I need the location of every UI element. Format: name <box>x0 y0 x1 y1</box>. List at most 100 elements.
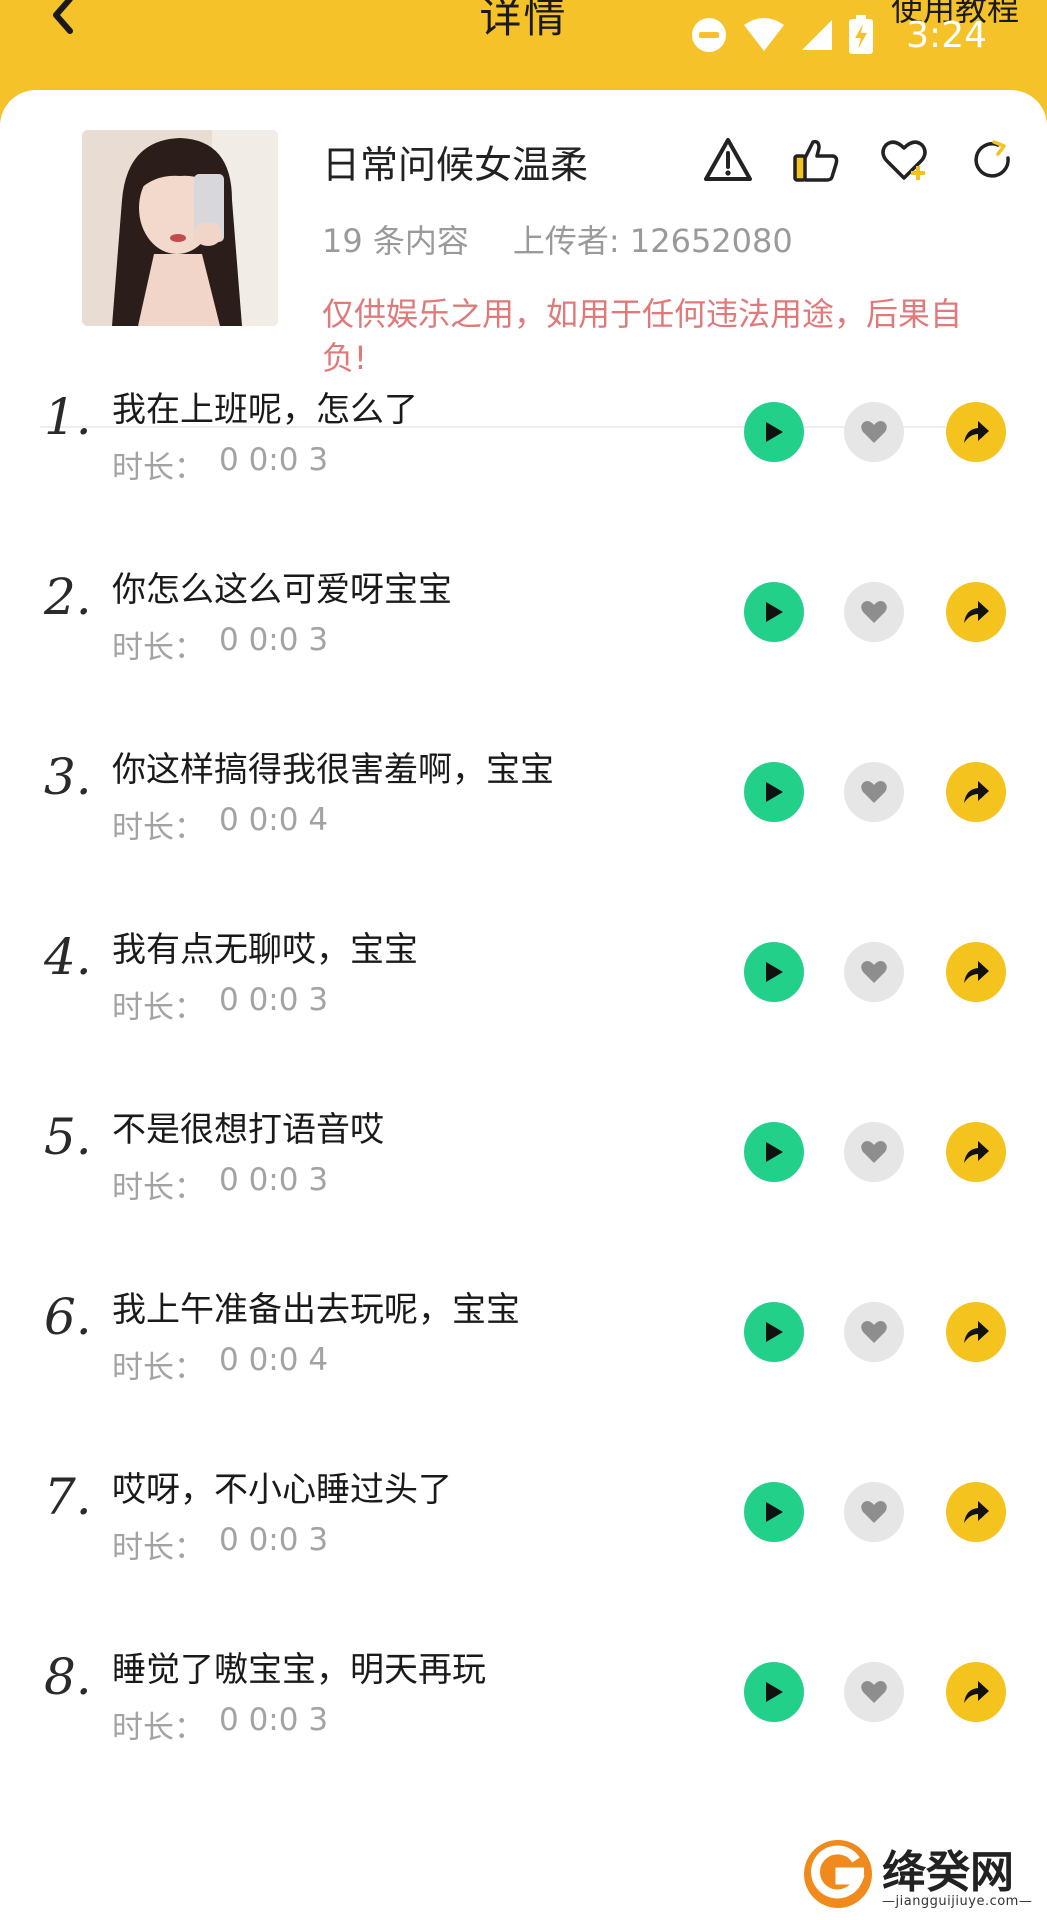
duration-value: 0 0:0 3 <box>219 1522 329 1558</box>
item-number: 4. <box>44 928 92 986</box>
item-number: 8. <box>44 1648 92 1706</box>
favorite-button[interactable] <box>844 942 904 1002</box>
duration-label: 时长： <box>112 630 205 666</box>
duration: 时长： 0 0:0 4 <box>112 802 328 847</box>
play-button[interactable] <box>744 1302 804 1362</box>
duration: 时长： 0 0:0 3 <box>112 622 328 667</box>
favorite-button[interactable] <box>844 1302 904 1362</box>
content-count: 19 条内容 <box>322 222 469 260</box>
favorite-button[interactable] <box>844 762 904 822</box>
refresh-button[interactable] <box>964 132 1020 188</box>
duration: 时长： 0 0:0 3 <box>112 982 328 1027</box>
duration-label: 时长： <box>112 450 205 486</box>
favorite-add-icon <box>881 140 927 180</box>
favorite-button[interactable] <box>844 582 904 642</box>
list-item: 8. 睡觉了嗷宝宝，明天再玩 时长： 0 0:0 3 <box>0 1600 1047 1780</box>
phrase-text: 你怎么这么可爱呀宝宝 <box>112 570 452 610</box>
share-button[interactable] <box>946 1122 1006 1182</box>
like-pack-button[interactable] <box>788 132 844 188</box>
share-button[interactable] <box>946 762 1006 822</box>
favorite-button[interactable] <box>844 1122 904 1182</box>
favorite-button[interactable] <box>844 1662 904 1722</box>
list-item: 3. 你这样搞得我很害羞啊，宝宝 时长： 0 0:0 4 <box>0 700 1047 880</box>
share-arrow-icon <box>964 1321 989 1343</box>
site-watermark: 绛癸网 —jiangguijiuye.com— <box>800 1830 1040 1920</box>
play-button[interactable] <box>744 402 804 462</box>
item-number: 6. <box>44 1288 92 1346</box>
wifi-icon <box>742 17 786 53</box>
uploader-info: 上传者: 12652080 <box>512 222 793 260</box>
battery-charging-icon <box>848 15 874 55</box>
item-number: 1. <box>44 388 92 446</box>
list-item: 2. 你怎么这么可爱呀宝宝 时长： 0 0:0 3 <box>0 520 1047 700</box>
play-icon <box>766 1682 783 1702</box>
favorite-button[interactable] <box>844 1482 904 1542</box>
status-bar: 3:24 <box>690 10 987 60</box>
play-icon <box>766 1322 783 1342</box>
share-arrow-icon <box>964 1681 989 1703</box>
heart-icon <box>861 781 887 803</box>
share-arrow-icon <box>964 1141 989 1163</box>
report-button[interactable] <box>700 132 756 188</box>
duration-label: 时长： <box>112 810 205 846</box>
duration-value: 0 0:0 3 <box>219 1702 329 1738</box>
phrase-text: 我有点无聊哎，宝宝 <box>112 930 418 970</box>
share-arrow-icon <box>964 781 989 803</box>
phrase-text: 睡觉了嗷宝宝，明天再玩 <box>112 1650 486 1690</box>
phrase-text: 不是很想打语音哎 <box>112 1110 384 1150</box>
share-button[interactable] <box>946 1302 1006 1362</box>
duration-value: 0 0:0 3 <box>219 982 329 1018</box>
play-icon <box>766 602 783 622</box>
duration-label: 时长： <box>112 990 205 1026</box>
share-button[interactable] <box>946 1662 1006 1722</box>
duration-value: 0 0:0 3 <box>219 622 329 658</box>
phrase-text: 我在上班呢，怎么了 <box>112 390 418 430</box>
play-icon <box>766 962 783 982</box>
share-button[interactable] <box>946 942 1006 1002</box>
item-number: 2. <box>44 568 92 626</box>
item-number: 3. <box>44 748 92 806</box>
play-button[interactable] <box>744 1122 804 1182</box>
duration-value: 0 0:0 3 <box>219 1162 329 1198</box>
site-name: 绛癸网 <box>882 1847 1014 1898</box>
pack-cover-image <box>82 130 278 326</box>
phrase-text: 你这样搞得我很害羞啊，宝宝 <box>112 750 554 790</box>
play-button[interactable] <box>744 762 804 822</box>
play-button[interactable] <box>744 1482 804 1542</box>
list-item: 7. 哎呀，不小心睡过头了 时长： 0 0:0 3 <box>0 1420 1047 1600</box>
play-button[interactable] <box>744 582 804 642</box>
share-button[interactable] <box>946 1482 1006 1542</box>
play-button[interactable] <box>744 1662 804 1722</box>
duration-value: 0 0:0 3 <box>219 442 329 478</box>
duration: 时长： 0 0:0 4 <box>112 1342 328 1387</box>
warning-icon <box>704 138 752 181</box>
phrase-text: 哎呀，不小心睡过头了 <box>112 1470 452 1510</box>
duration-label: 时长： <box>112 1710 205 1746</box>
cell-signal-icon <box>800 18 834 52</box>
heart-icon <box>861 1321 887 1343</box>
duration: 时长： 0 0:0 3 <box>112 1522 328 1567</box>
item-number: 5. <box>44 1108 92 1166</box>
heart-icon <box>861 601 887 623</box>
item-number: 7. <box>44 1468 92 1526</box>
favorite-button[interactable] <box>844 402 904 462</box>
pack-actions <box>700 130 1020 190</box>
share-button[interactable] <box>946 582 1006 642</box>
heart-icon <box>861 1141 887 1163</box>
duration-label: 时长： <box>112 1350 205 1386</box>
status-clock: 3:24 <box>906 14 987 56</box>
site-url: —jiangguijiuye.com— <box>882 1894 1033 1909</box>
site-logo-icon <box>804 1840 872 1908</box>
list-item: 5. 不是很想打语音哎 时长： 0 0:0 3 <box>0 1060 1047 1240</box>
favorite-pack-button[interactable] <box>876 132 932 188</box>
play-icon <box>766 1502 783 1522</box>
heart-icon <box>861 1681 887 1703</box>
play-button[interactable] <box>744 942 804 1002</box>
share-arrow-icon <box>964 1501 989 1523</box>
list-item: 4. 我有点无聊哎，宝宝 时长： 0 0:0 3 <box>0 880 1047 1060</box>
phrase-list: 1. 我在上班呢，怎么了 时长： 0 0:0 3 2. 你怎么这么可爱呀宝宝 时长… <box>0 340 1047 1780</box>
duration: 时长： 0 0:0 3 <box>112 442 328 487</box>
share-button[interactable] <box>946 402 1006 462</box>
duration: 时长： 0 0:0 3 <box>112 1702 328 1747</box>
thumbs-up-icon <box>793 139 839 182</box>
